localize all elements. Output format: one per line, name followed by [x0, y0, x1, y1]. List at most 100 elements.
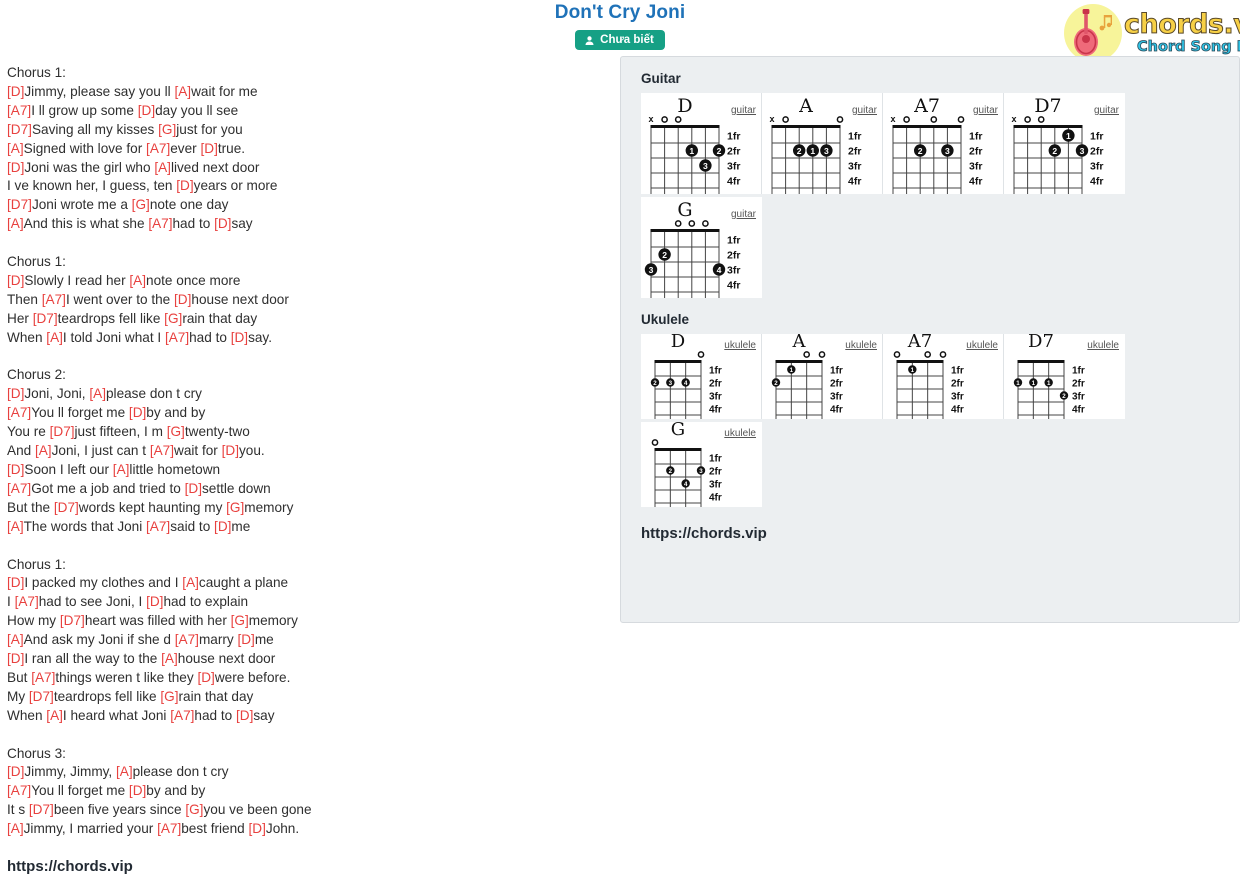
- chord-token[interactable]: [D]: [237, 632, 254, 647]
- chord-token[interactable]: [D7]: [29, 802, 54, 817]
- chord-card-a-ukulele[interactable]: Aukulele 1fr 2fr 3fr 4fr 1 2: [762, 334, 883, 419]
- chord-token[interactable]: [A7]: [175, 632, 199, 647]
- svg-text:2fr: 2fr: [709, 467, 722, 478]
- chord-token[interactable]: [G]: [160, 689, 178, 704]
- chord-token[interactable]: [A]: [174, 84, 191, 99]
- lyric-text: say: [253, 707, 275, 723]
- logo-circle: [1064, 4, 1122, 62]
- chord-token[interactable]: [D]: [214, 216, 231, 231]
- chord-token[interactable]: [A]: [7, 216, 24, 231]
- lyric-text: note one day: [149, 197, 229, 213]
- chord-token[interactable]: [A]: [113, 462, 130, 477]
- chord-card-d7-ukulele[interactable]: D7 ukulele 1fr 2fr 3fr 4fr 1 1 1 2: [1004, 334, 1125, 419]
- lyric-text: Slowly I read her: [24, 272, 130, 288]
- chord-token[interactable]: [D]: [7, 764, 24, 779]
- lyric-text: wait for: [174, 443, 222, 459]
- chord-token[interactable]: [A]: [89, 386, 106, 401]
- chord-token[interactable]: [G]: [167, 424, 185, 439]
- chord-token[interactable]: [A7]: [7, 405, 31, 420]
- chord-token[interactable]: [D]: [231, 330, 248, 345]
- chord-card-a-guitar[interactable]: Aguitar x 1fr 2fr 3fr 4fr 2 1 3: [762, 93, 883, 194]
- chord-card-a7-ukulele[interactable]: A7 ukulele 1fr 2fr 3fr 4fr 1: [883, 334, 1004, 419]
- svg-text:1: 1: [810, 146, 815, 156]
- chord-token[interactable]: [D]: [7, 273, 24, 288]
- chord-token[interactable]: [D]: [138, 103, 155, 118]
- chord-token[interactable]: [D]: [7, 462, 24, 477]
- chord-token[interactable]: [D]: [174, 292, 191, 307]
- chord-token[interactable]: [D7]: [7, 122, 32, 137]
- chord-token[interactable]: [D]: [7, 575, 24, 590]
- chord-token[interactable]: [D]: [200, 141, 217, 156]
- chord-token[interactable]: [A]: [46, 708, 63, 723]
- chord-token[interactable]: [D]: [146, 594, 163, 609]
- chord-token[interactable]: [D]: [7, 386, 24, 401]
- chord-token[interactable]: [A]: [7, 821, 24, 836]
- chord-token[interactable]: [D]: [185, 481, 202, 496]
- chord-token[interactable]: [A]: [7, 632, 24, 647]
- chord-token[interactable]: [D]: [129, 405, 146, 420]
- chord-token[interactable]: [D]: [176, 178, 193, 193]
- lyric-line: [A7]Got me a job and tried to [D]settle …: [7, 480, 607, 499]
- chord-token[interactable]: [G]: [164, 311, 182, 326]
- chord-diagram-d-ukulele: Dukulele 1fr 2fr 3fr 4fr 2 3 4: [650, 334, 756, 419]
- chord-card-g-ukulele[interactable]: Gukulele 1fr 2fr 3fr 4fr 2 3 4: [641, 422, 762, 507]
- chord-token[interactable]: [A]: [154, 160, 171, 175]
- chord-token[interactable]: [A]: [46, 330, 63, 345]
- chord-token[interactable]: [A7]: [31, 670, 55, 685]
- chord-token[interactable]: [D7]: [50, 424, 75, 439]
- chord-token[interactable]: [A7]: [148, 216, 172, 231]
- chord-token[interactable]: [A]: [116, 764, 133, 779]
- chord-card-g-guitar[interactable]: Gguitar 1fr 2fr 3fr 4fr 2 3 4: [641, 197, 762, 298]
- chord-token[interactable]: [D7]: [7, 197, 32, 212]
- chord-token[interactable]: [G]: [231, 613, 249, 628]
- chord-token[interactable]: [A]: [7, 141, 24, 156]
- chord-token[interactable]: [D]: [197, 670, 214, 685]
- chord-token[interactable]: [A7]: [170, 708, 194, 723]
- chord-token[interactable]: [A7]: [146, 141, 170, 156]
- chord-token[interactable]: [D]: [7, 84, 24, 99]
- chord-token[interactable]: [D]: [129, 783, 146, 798]
- svg-text:guitar: guitar: [731, 105, 757, 116]
- lyric-text: Signed with love for: [23, 140, 147, 156]
- chord-token[interactable]: [A]: [7, 519, 24, 534]
- chord-token[interactable]: [G]: [158, 122, 176, 137]
- chord-card-d-ukulele[interactable]: Dukulele 1fr 2fr 3fr 4fr 2 3 4: [641, 334, 762, 419]
- svg-text:1fr: 1fr: [1090, 131, 1103, 143]
- chord-token[interactable]: [A7]: [15, 594, 39, 609]
- site-logo[interactable]: chords.vip Chord Song Lyric: [1064, 3, 1240, 63]
- lyric-text: Joni, Joni,: [24, 386, 90, 402]
- chord-token[interactable]: [D7]: [54, 500, 79, 515]
- lyrics-site-url[interactable]: https://chords.vip: [7, 858, 607, 877]
- svg-text:2fr: 2fr: [848, 146, 861, 158]
- chord-token[interactable]: [D]: [222, 443, 239, 458]
- chord-token[interactable]: [A7]: [157, 821, 181, 836]
- chord-token[interactable]: [A7]: [150, 443, 174, 458]
- chord-token[interactable]: [A7]: [7, 481, 31, 496]
- chord-token[interactable]: [A7]: [42, 292, 66, 307]
- chord-token[interactable]: [G]: [226, 500, 244, 515]
- chord-card-d7-guitar[interactable]: D7 guitar x 1fr 2fr 3fr 4fr 1 2 3: [1004, 93, 1125, 194]
- chord-token[interactable]: [D]: [7, 160, 24, 175]
- chord-token[interactable]: [D]: [7, 651, 24, 666]
- chord-token[interactable]: [A7]: [165, 330, 189, 345]
- chord-card-d-guitar[interactable]: Dguitar x 1fr 2fr 3fr 4fr 1 2 3: [641, 93, 762, 194]
- status-badge[interactable]: Chưa biết: [575, 30, 665, 50]
- chord-token[interactable]: [D]: [236, 708, 253, 723]
- svg-text:1: 1: [1016, 380, 1020, 387]
- chord-token[interactable]: [D7]: [33, 311, 58, 326]
- chord-token[interactable]: [A7]: [146, 519, 170, 534]
- chord-token[interactable]: [G]: [185, 802, 203, 817]
- chord-token[interactable]: [A7]: [7, 783, 31, 798]
- chord-token[interactable]: [A]: [35, 443, 52, 458]
- chord-token[interactable]: [D]: [249, 821, 266, 836]
- chord-token[interactable]: [A]: [161, 651, 178, 666]
- chord-token[interactable]: [D7]: [29, 689, 54, 704]
- chord-token[interactable]: [A7]: [7, 103, 31, 118]
- chord-token[interactable]: [A]: [129, 273, 146, 288]
- chord-card-a7-guitar[interactable]: A7 guitar x 1fr 2fr 3fr 4fr 2 3: [883, 93, 1004, 194]
- chord-token[interactable]: [D7]: [60, 613, 85, 628]
- chord-token[interactable]: [D]: [214, 519, 231, 534]
- panel-site-url[interactable]: https://chords.vip: [641, 525, 1229, 542]
- chord-token[interactable]: [G]: [132, 197, 150, 212]
- chord-token[interactable]: [A]: [182, 575, 199, 590]
